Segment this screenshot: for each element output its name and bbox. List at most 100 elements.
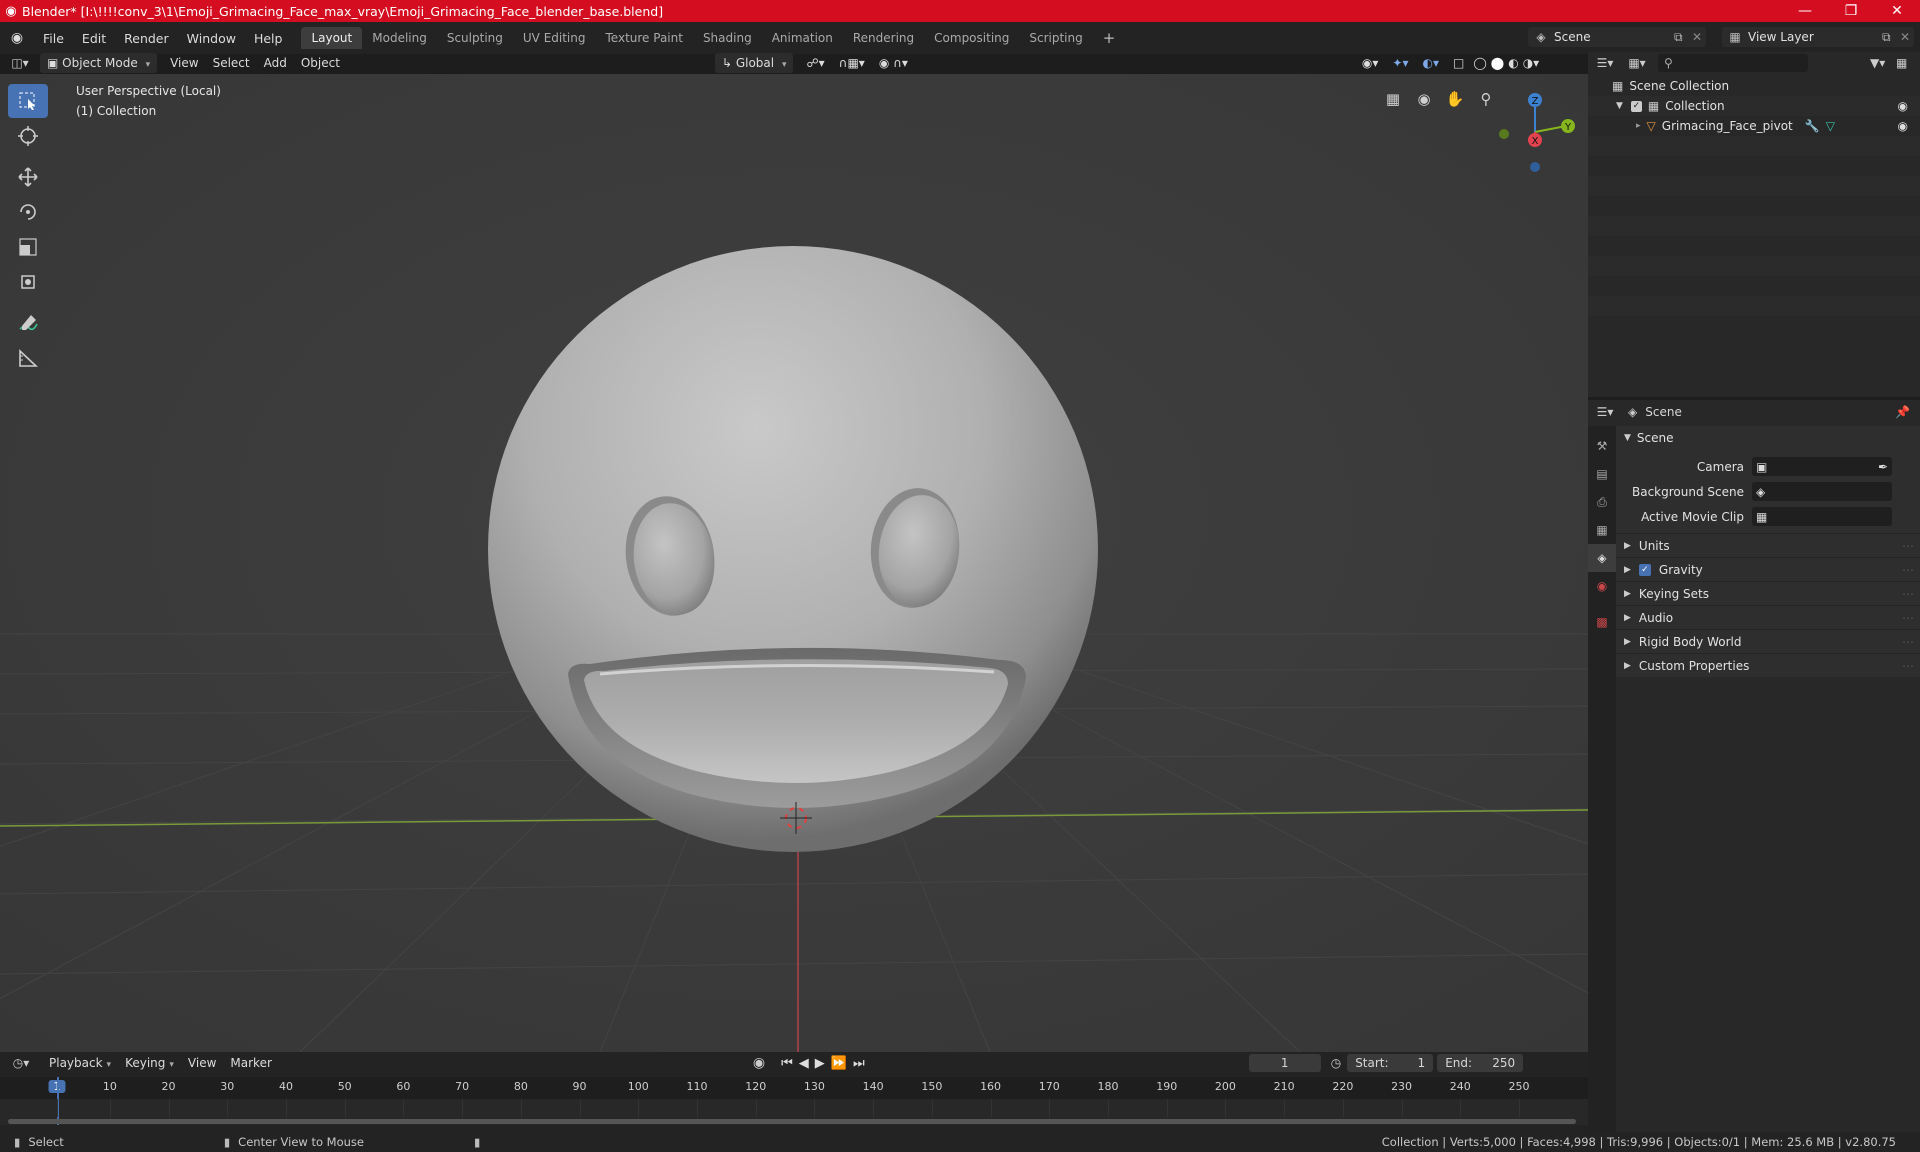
keying-menu[interactable]: Keying ▾ bbox=[118, 1053, 181, 1073]
expand-arrow-icon[interactable]: ▸ bbox=[1636, 121, 1641, 131]
menu-help[interactable]: Help bbox=[245, 31, 292, 46]
toggle-ortho-icon[interactable]: ▦ bbox=[1380, 86, 1406, 112]
visibility-icon[interactable]: ◉▾ bbox=[1355, 56, 1386, 70]
transform-orientation-dropdown[interactable]: ↳ Global ▾ bbox=[714, 53, 794, 73]
camera-field[interactable]: ▣ ✒ bbox=[1752, 457, 1892, 476]
outliner-row-scene-collection[interactable]: ▦ Scene Collection bbox=[1588, 76, 1920, 96]
panel-header-rigid-body-world[interactable]: ▶ Rigid Body World ⋯ bbox=[1616, 629, 1920, 653]
eyedropper-icon[interactable]: ✒ bbox=[1878, 460, 1888, 474]
add-workspace-button[interactable]: + bbox=[1093, 27, 1126, 49]
navigation-gizmo[interactable]: Z Y X bbox=[1490, 82, 1580, 172]
current-frame-field[interactable]: 1 bbox=[1248, 1054, 1321, 1072]
panel-header-keying-sets[interactable]: ▶ Keying Sets ⋯ bbox=[1616, 581, 1920, 605]
panel-header-custom-properties[interactable]: ▶ Custom Properties ⋯ bbox=[1616, 653, 1920, 677]
drag-handle-icon[interactable]: ⋯ bbox=[1902, 611, 1914, 625]
timeline-scrollbar[interactable] bbox=[8, 1119, 1576, 1124]
expand-arrow-icon[interactable]: ▼ bbox=[1616, 101, 1623, 111]
editor-type-icon[interactable]: ☰▾ bbox=[1588, 56, 1622, 70]
frame-ruler[interactable]: 1102030405060708090100110120130140150160… bbox=[0, 1077, 1588, 1099]
close-icon[interactable]: ✕ bbox=[1692, 30, 1706, 44]
menu-add[interactable]: Add bbox=[257, 56, 294, 70]
outliner-search-input[interactable]: ⚲ bbox=[1658, 54, 1808, 72]
tool-settings-tab-icon[interactable]: ⚒ bbox=[1588, 432, 1616, 460]
grimacing-face-mesh[interactable] bbox=[488, 246, 1098, 852]
tab-scripting[interactable]: Scripting bbox=[1019, 27, 1092, 49]
menu-object[interactable]: Object bbox=[294, 56, 347, 70]
minimize-button[interactable]: — bbox=[1782, 3, 1828, 19]
playback-controls-icon[interactable]: ⏮◀▶⏩⏭ bbox=[781, 1056, 871, 1071]
shading-material-icon[interactable]: ◐ bbox=[1506, 56, 1520, 70]
panel-header-audio[interactable]: ▶ Audio ⋯ bbox=[1616, 605, 1920, 629]
gizmo-toggle-icon[interactable]: ✦▾ bbox=[1385, 56, 1415, 70]
drag-handle-icon[interactable]: ⋯ bbox=[1902, 539, 1914, 553]
mesh-data-icon[interactable]: ▽ bbox=[1826, 119, 1835, 133]
filter-icon[interactable]: ▼▾ bbox=[1870, 56, 1896, 70]
scale-tool[interactable] bbox=[8, 230, 48, 264]
visibility-eye-icon[interactable]: ◉ bbox=[1898, 119, 1908, 133]
rotate-tool[interactable] bbox=[8, 195, 48, 229]
collection-checkbox[interactable]: ✓ bbox=[1630, 100, 1642, 112]
menu-view[interactable]: View bbox=[163, 56, 205, 70]
pivot-icon[interactable]: ☍▾ bbox=[799, 56, 831, 70]
cursor-tool[interactable] bbox=[8, 119, 48, 153]
editor-type-icon[interactable]: ◷▾ bbox=[0, 1056, 42, 1070]
pan-view-icon[interactable]: ✋ bbox=[1442, 86, 1468, 112]
xray-icon[interactable]: □ bbox=[1446, 56, 1471, 70]
transform-tool[interactable] bbox=[8, 265, 48, 299]
panel-header-units[interactable]: ▶ Units ⋯ bbox=[1616, 533, 1920, 557]
record-button-icon[interactable]: ◉ bbox=[753, 1055, 765, 1071]
modifier-wrench-icon[interactable]: 🔧 bbox=[1805, 119, 1820, 133]
move-tool[interactable] bbox=[8, 160, 48, 194]
panel-header-scene[interactable]: ▼ Scene bbox=[1616, 426, 1920, 450]
maximize-button[interactable]: ❐ bbox=[1828, 3, 1874, 19]
editor-type-icon[interactable]: ☰▾ bbox=[1588, 405, 1622, 419]
camera-view-icon[interactable]: ◉ bbox=[1411, 86, 1437, 112]
blender-menu-icon[interactable]: ◉ bbox=[0, 30, 34, 46]
scene-tab-icon[interactable]: ◈ bbox=[1588, 544, 1616, 572]
panel-header-gravity[interactable]: ▶ ✓ Gravity ⋯ bbox=[1616, 557, 1920, 581]
tab-animation[interactable]: Animation bbox=[762, 27, 843, 49]
menu-window[interactable]: Window bbox=[178, 31, 245, 46]
texture-tab-icon[interactable]: ▩ bbox=[1588, 608, 1616, 636]
close-button[interactable]: ✕ bbox=[1874, 3, 1920, 19]
tab-rendering[interactable]: Rendering bbox=[843, 27, 924, 49]
shading-solid-icon[interactable]: ⬤ bbox=[1489, 56, 1506, 70]
snap-icon[interactable]: ∩▦▾ bbox=[832, 56, 872, 70]
overlay-toggle-icon[interactable]: ◐▾ bbox=[1415, 56, 1446, 70]
movie-clip-field[interactable]: ▦ bbox=[1752, 507, 1892, 526]
menu-select[interactable]: Select bbox=[206, 56, 257, 70]
output-tab-icon[interactable]: ⎙ bbox=[1588, 488, 1616, 516]
new-collection-icon[interactable]: ▦ bbox=[1896, 56, 1920, 70]
display-mode-icon[interactable]: ▦▾ bbox=[1622, 56, 1652, 70]
visibility-eye-icon[interactable]: ◉ bbox=[1898, 99, 1908, 113]
timeline-track[interactable] bbox=[0, 1077, 1588, 1125]
outliner-row-collection[interactable]: ▼ ✓ ▦ Collection ◉ bbox=[1588, 96, 1920, 116]
playback-menu[interactable]: Playback ▾ bbox=[42, 1053, 118, 1073]
tab-uv-editing[interactable]: UV Editing bbox=[513, 27, 596, 49]
gravity-checkbox[interactable]: ✓ bbox=[1638, 563, 1651, 576]
world-tab-icon[interactable]: ◉ bbox=[1588, 572, 1616, 600]
gizmo-neg-y-icon[interactable] bbox=[1499, 129, 1509, 139]
clock-icon[interactable]: ◷ bbox=[1331, 1056, 1341, 1070]
close-icon[interactable]: ✕ bbox=[1900, 30, 1914, 44]
start-frame-field[interactable]: Start: 1 bbox=[1347, 1054, 1434, 1072]
shading-rendered-icon[interactable]: ◑▾ bbox=[1521, 56, 1542, 70]
editor-type-icon[interactable]: ◫▾ bbox=[0, 56, 40, 70]
select-box-tool[interactable] bbox=[8, 84, 48, 118]
drag-handle-icon[interactable]: ⋯ bbox=[1902, 563, 1914, 577]
end-frame-field[interactable]: End: 250 bbox=[1437, 1054, 1524, 1072]
outliner-row-object[interactable]: ▸ ▽ Grimacing_Face_pivot 🔧 ▽ ◉ bbox=[1588, 116, 1920, 136]
shading-wireframe-icon[interactable]: ◯ bbox=[1471, 56, 1488, 70]
mode-dropdown[interactable]: ▣ Object Mode ▾ bbox=[40, 53, 158, 73]
drag-handle-icon[interactable]: ⋯ bbox=[1902, 659, 1914, 673]
tab-texture-paint[interactable]: Texture Paint bbox=[596, 27, 693, 49]
drag-handle-icon[interactable]: ⋯ bbox=[1902, 635, 1914, 649]
menu-render[interactable]: Render bbox=[115, 31, 178, 46]
view-layer-selector[interactable]: ▦ View Layer ⧉ ✕ bbox=[1722, 27, 1914, 47]
copy-icon[interactable]: ⧉ bbox=[1674, 30, 1692, 45]
proportional-editing-icon[interactable]: ◉ ∩▾ bbox=[872, 56, 915, 70]
copy-icon[interactable]: ⧉ bbox=[1882, 30, 1900, 45]
3d-viewport[interactable]: User Perspective (Local) (1) Collection … bbox=[0, 74, 1588, 1052]
measure-tool[interactable] bbox=[8, 341, 48, 375]
menu-edit[interactable]: Edit bbox=[73, 31, 115, 46]
